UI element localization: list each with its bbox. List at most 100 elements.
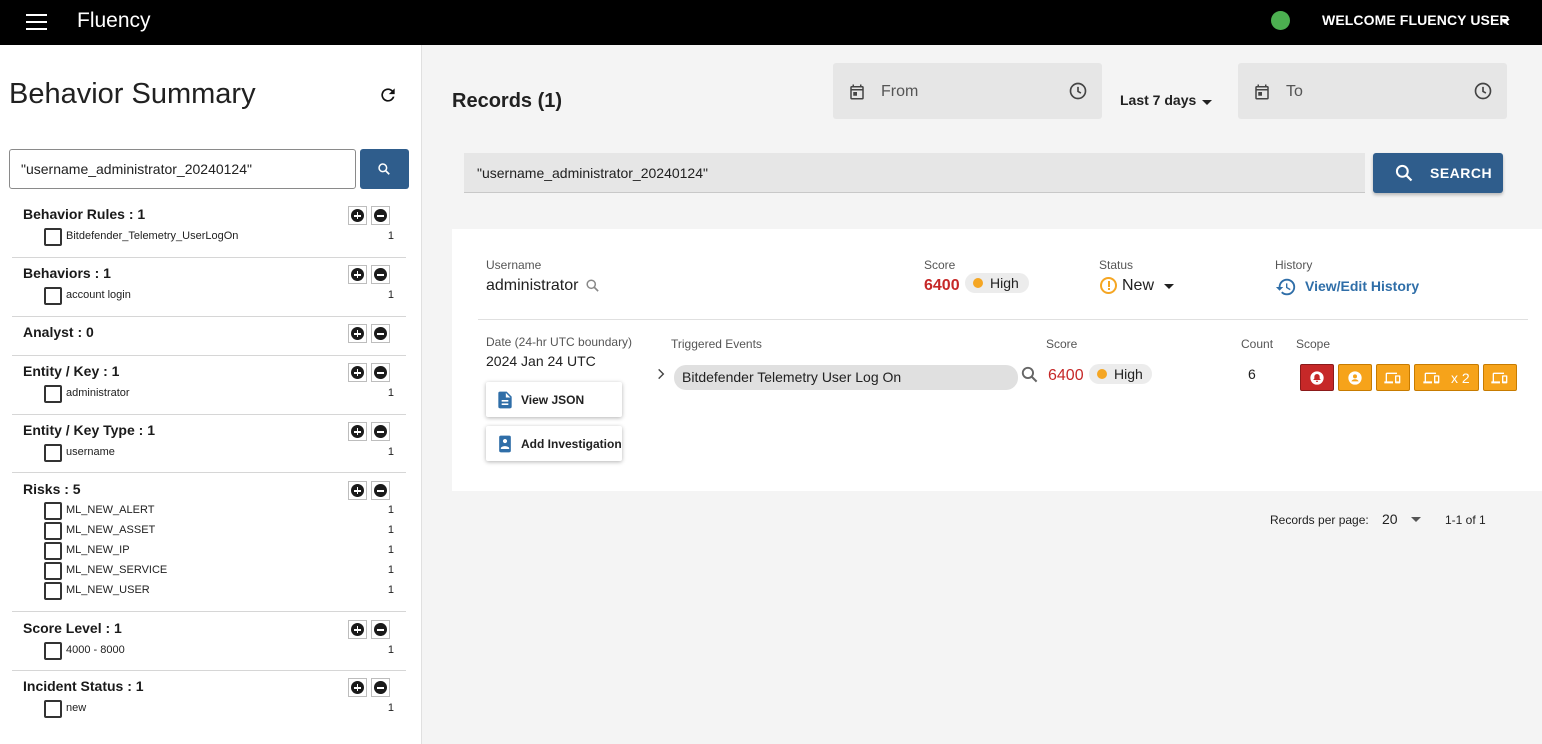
online-status-icon: [1271, 11, 1290, 30]
facet-item-label: new: [66, 702, 87, 714]
facet-checkbox[interactable]: [44, 444, 62, 462]
facet-item-label: ML_NEW_USER: [66, 584, 150, 596]
collapse-button[interactable]: [371, 324, 390, 343]
view-json-button[interactable]: View JSON: [486, 382, 622, 417]
facet-item: ML_NEW_USER 1: [44, 582, 394, 600]
event-severity-label: High: [1114, 366, 1143, 382]
facet-incident-status: Incident Status : 1 new 1: [12, 678, 406, 728]
severity-badge: High: [965, 273, 1029, 293]
facet-checkbox[interactable]: [44, 700, 62, 718]
records-title: Records (1): [452, 90, 563, 112]
facet-item-count: 1: [387, 504, 394, 516]
scope-alert-badge[interactable]: [1300, 364, 1334, 391]
user-menu[interactable]: WELCOME FLUENCY USER: [1322, 12, 1510, 28]
search-icon[interactable]: [1020, 365, 1039, 384]
collapse-button[interactable]: [371, 422, 390, 441]
facet-item: ML_NEW_SERVICE 1: [44, 562, 394, 580]
chevron-right-icon[interactable]: [654, 366, 668, 382]
search-icon[interactable]: [585, 278, 600, 293]
event-score-label: Score: [1046, 337, 1078, 351]
facet-header: Behavior Rules : 1: [23, 206, 146, 222]
facet-checkbox[interactable]: [44, 562, 62, 580]
expand-button[interactable]: [348, 206, 367, 225]
facet-item: account login 1: [44, 287, 394, 305]
date-range-select[interactable]: Last 7 days: [1120, 92, 1196, 108]
sidebar: Behavior Summary Behavior Rules : 1 Bitd…: [0, 45, 422, 744]
view-edit-history-link[interactable]: View/Edit History: [1305, 278, 1419, 294]
facet-checkbox[interactable]: [44, 502, 62, 520]
collapse-button[interactable]: [371, 678, 390, 697]
facet-checkbox[interactable]: [44, 642, 62, 660]
clock-icon[interactable]: [1473, 81, 1493, 101]
divider: [478, 319, 1528, 320]
facet-header: Score Level : 1: [23, 620, 122, 636]
scope-device-multi-badge[interactable]: x 2: [1414, 364, 1479, 391]
clock-icon[interactable]: [1068, 81, 1088, 101]
score-value: 6400: [924, 277, 960, 294]
facet-checkbox[interactable]: [44, 522, 62, 540]
facet-checkbox[interactable]: [44, 542, 62, 560]
search-button[interactable]: SEARCH: [1373, 153, 1503, 193]
triggered-event-chip[interactable]: Bitdefender Telemetry User Log On: [674, 365, 1018, 390]
scope-device-badge[interactable]: [1483, 364, 1517, 391]
menu-icon[interactable]: [26, 14, 47, 30]
collapse-button[interactable]: [371, 481, 390, 500]
history-icon[interactable]: [1275, 276, 1297, 298]
expand-button[interactable]: [348, 324, 367, 343]
facet-item-label: administrator: [66, 387, 130, 399]
facet-item-label: ML_NEW_IP: [66, 544, 130, 556]
devices-icon: [1423, 372, 1440, 384]
collapse-button[interactable]: [371, 206, 390, 225]
facet-checkbox[interactable]: [44, 287, 62, 305]
facet-item-label: Bitdefender_Telemetry_UserLogOn: [66, 230, 239, 242]
chevron-down-icon[interactable]: [1411, 517, 1421, 522]
sidebar-search-input[interactable]: [9, 149, 356, 189]
facet-item-label: ML_NEW_ALERT: [66, 504, 155, 516]
to-label: To: [1286, 83, 1303, 100]
status-select[interactable]: New: [1122, 277, 1154, 295]
chevron-down-icon[interactable]: [1202, 100, 1212, 105]
facet-entity-key: Entity / Key : 1 administrator 1: [12, 363, 406, 415]
expand-button[interactable]: [348, 422, 367, 441]
facet-item: new 1: [44, 700, 394, 718]
facet-checkbox[interactable]: [44, 228, 62, 246]
triggered-events-label: Triggered Events: [671, 337, 762, 351]
scope-user-badge[interactable]: [1338, 364, 1372, 391]
facet-item-count: 1: [387, 230, 394, 242]
facet-item: administrator 1: [44, 385, 394, 403]
records-per-page-select[interactable]: 20: [1382, 511, 1398, 527]
chevron-down-icon[interactable]: [1164, 284, 1174, 289]
collapse-button[interactable]: [371, 620, 390, 639]
expand-button[interactable]: [348, 363, 367, 382]
scope-multiplier: x 2: [1451, 370, 1470, 386]
facet-item-label: ML_NEW_ASSET: [66, 524, 156, 536]
to-date-field[interactable]: To: [1238, 63, 1507, 119]
facet-item-count: 1: [387, 544, 394, 556]
scope-device-badge[interactable]: [1376, 364, 1410, 391]
refresh-icon[interactable]: [378, 85, 398, 105]
count-label: Count: [1241, 337, 1274, 351]
person-icon: [1348, 371, 1362, 385]
from-date-field[interactable]: From: [833, 63, 1102, 119]
calendar-icon[interactable]: [848, 82, 866, 102]
facet-checkbox[interactable]: [44, 385, 62, 403]
expand-button[interactable]: [348, 481, 367, 500]
collapse-button[interactable]: [371, 265, 390, 284]
collapse-button[interactable]: [371, 363, 390, 382]
expand-button[interactable]: [348, 265, 367, 284]
facet-checkbox[interactable]: [44, 582, 62, 600]
scope-label: Scope: [1296, 337, 1331, 351]
facet-entity-key-type: Entity / Key Type : 1 username 1: [12, 422, 406, 473]
facet-item: username 1: [44, 444, 394, 462]
add-investigation-button[interactable]: Add Investigation: [486, 426, 622, 461]
date-value: 2024 Jan 24 UTC: [486, 353, 596, 369]
search-icon: [378, 163, 390, 175]
records-per-page-label: Records per page:: [1270, 513, 1369, 527]
expand-button[interactable]: [348, 678, 367, 697]
facet-item: ML_NEW_IP 1: [44, 542, 394, 560]
sidebar-search-button[interactable]: [360, 149, 409, 189]
calendar-icon[interactable]: [1253, 82, 1271, 102]
main-search-input[interactable]: [464, 153, 1365, 193]
chevron-down-icon[interactable]: [1500, 19, 1510, 24]
expand-button[interactable]: [348, 620, 367, 639]
